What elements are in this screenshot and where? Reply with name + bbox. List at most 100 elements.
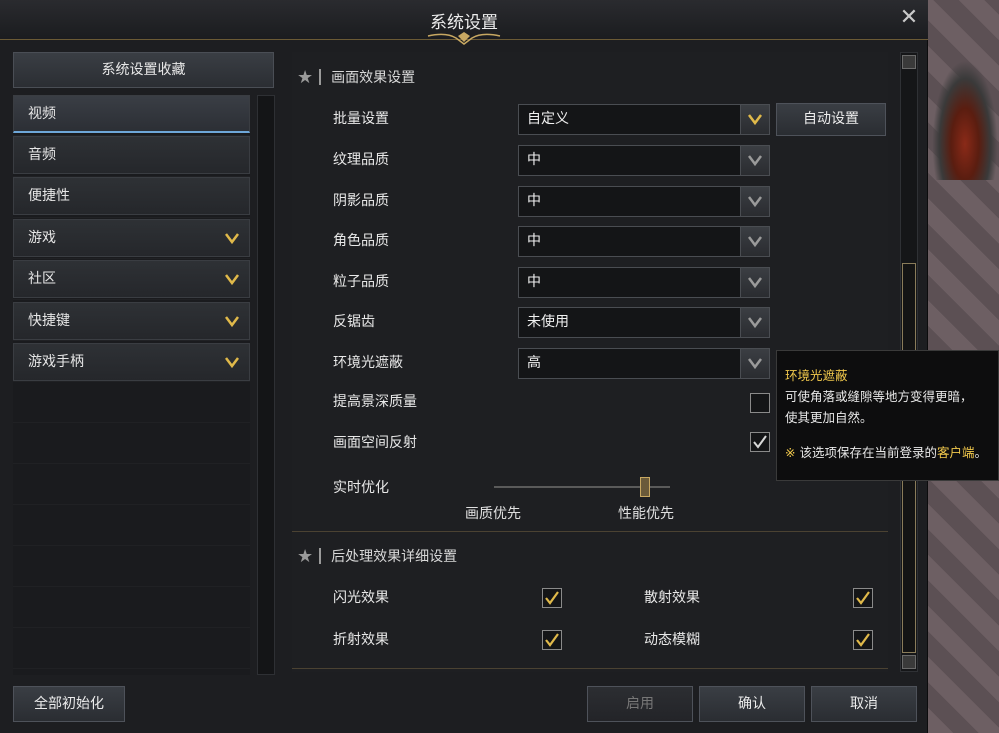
sidebar-item-label: 社区 xyxy=(28,271,56,287)
chevron-down-icon xyxy=(748,155,762,167)
chevron-down-icon xyxy=(748,277,762,289)
sidebar-item-game[interactable]: 游戏 xyxy=(13,219,250,257)
ssr-label: 画面空间反射 xyxy=(333,435,417,451)
texture-quality-label: 纹理品质 xyxy=(333,152,389,168)
star-icon[interactable]: ★ xyxy=(297,67,313,88)
cancel-button[interactable]: 取消 xyxy=(811,686,917,722)
dropdown-arrow[interactable] xyxy=(740,187,769,216)
ambient-occlusion-label: 环境光遮蔽 xyxy=(333,355,403,371)
character-quality-dropdown[interactable]: 中 xyxy=(518,226,770,257)
batch-setting-dropdown[interactable]: 自定义 xyxy=(518,104,770,135)
checkmark-icon xyxy=(753,435,767,449)
particle-quality-dropdown[interactable]: 中 xyxy=(518,267,770,298)
apply-button[interactable]: 启用 xyxy=(587,686,693,722)
antialias-label: 反锯齿 xyxy=(333,314,375,330)
auto-setting-button[interactable]: 自动设置 xyxy=(776,103,886,136)
category-scrollbar[interactable] xyxy=(257,95,275,675)
ssr-checkbox[interactable] xyxy=(750,432,770,452)
tooltip-title: 环境光遮蔽 xyxy=(785,368,848,383)
tooltip-note: ※ 该选项保存在当前登录的客户端。 xyxy=(785,442,998,463)
confirm-button[interactable]: 确认 xyxy=(699,686,805,722)
tooltip-line: 可使角落或缝隙等地方变得更暗， xyxy=(785,389,973,404)
note-end: 。 xyxy=(974,445,988,460)
note-highlight: 客户端 xyxy=(936,445,975,460)
refraction-checkbox[interactable] xyxy=(542,630,562,650)
close-icon: ✕ xyxy=(899,5,919,30)
slider-right-caption: 性能优先 xyxy=(618,506,674,522)
chevron-down-icon xyxy=(225,316,239,328)
sidebar-item-label: 游戏手柄 xyxy=(28,354,84,370)
dof-quality-label: 提高景深质量 xyxy=(333,394,417,410)
scatter-checkbox[interactable] xyxy=(853,588,873,608)
reset-all-button[interactable]: 全部初始化 xyxy=(13,686,125,722)
dropdown-arrow[interactable] xyxy=(740,105,769,134)
tooltip-line: 使其更加自然。 xyxy=(785,410,873,425)
dropdown-arrow[interactable] xyxy=(740,268,769,297)
motion-blur-label: 动态模糊 xyxy=(644,632,700,648)
star-icon[interactable]: ★ xyxy=(297,546,313,567)
background-cart xyxy=(932,60,998,180)
character-quality-label: 角色品质 xyxy=(333,233,389,249)
sidebar-item-label: 音频 xyxy=(28,147,56,163)
refraction-label: 折射效果 xyxy=(333,632,389,648)
sidebar-item-label: 视频 xyxy=(28,106,56,122)
section-title: 画面效果设置 xyxy=(331,70,416,86)
title-ornament-icon xyxy=(427,32,501,45)
sidebar-item-label: 快捷键 xyxy=(28,313,70,329)
checkmark-icon xyxy=(856,591,870,605)
chevron-down-icon xyxy=(748,114,762,126)
section-divider xyxy=(319,548,322,564)
checkmark-icon xyxy=(545,633,559,647)
note-mark: ※ xyxy=(785,445,796,460)
category-list: 视频 音频 便捷性 游戏 社区 快捷键 游戏手柄 xyxy=(13,95,250,675)
chevron-down-icon xyxy=(225,274,239,286)
sidebar-item-convenience[interactable]: 便捷性 xyxy=(13,177,250,215)
sidebar-item-video[interactable]: 视频 xyxy=(13,95,250,133)
scatter-label: 散射效果 xyxy=(644,590,700,606)
sidebar-item-community[interactable]: 社区 xyxy=(13,260,250,298)
chevron-down-icon xyxy=(225,357,239,369)
dropdown-value: 高 xyxy=(527,355,541,371)
realtime-optimization-label: 实时优化 xyxy=(333,480,389,496)
motion-blur-checkbox[interactable] xyxy=(853,630,873,650)
antialias-dropdown[interactable]: 未使用 xyxy=(518,307,770,338)
ambient-occlusion-tooltip: 环境光遮蔽 可使角落或缝隙等地方变得更暗， 使其更加自然。 ※ 该选项保存在当前… xyxy=(776,350,999,481)
shadow-quality-label: 阴影品质 xyxy=(333,193,389,209)
realtime-slider-thumb[interactable] xyxy=(640,477,650,497)
chevron-down-icon xyxy=(225,233,239,245)
dropdown-arrow[interactable] xyxy=(740,146,769,175)
section-divider-line xyxy=(292,531,888,532)
scroll-up-icon[interactable] xyxy=(902,55,916,69)
chevron-down-icon xyxy=(748,196,762,208)
section-divider-line xyxy=(292,668,888,669)
dropdown-value: 中 xyxy=(527,233,541,249)
dropdown-value: 中 xyxy=(527,274,541,290)
chevron-down-icon xyxy=(748,317,762,329)
dropdown-arrow[interactable] xyxy=(740,227,769,256)
checkmark-icon xyxy=(545,591,559,605)
dropdown-arrow[interactable] xyxy=(740,349,769,378)
sidebar-item-gamepad[interactable]: 游戏手柄 xyxy=(13,343,250,381)
favorites-button[interactable]: 系统设置收藏 xyxy=(13,52,274,88)
slider-left-caption: 画质优先 xyxy=(465,506,521,522)
sidebar-item-hotkeys[interactable]: 快捷键 xyxy=(13,302,250,340)
dof-quality-checkbox[interactable] xyxy=(750,393,770,413)
chevron-down-icon xyxy=(748,236,762,248)
batch-setting-label: 批量设置 xyxy=(333,111,389,127)
scroll-down-icon[interactable] xyxy=(902,655,916,669)
ambient-occlusion-dropdown[interactable]: 高 xyxy=(518,348,770,379)
bloom-checkbox[interactable] xyxy=(542,588,562,608)
close-button[interactable]: ✕ xyxy=(896,6,922,32)
dropdown-arrow[interactable] xyxy=(740,308,769,337)
dropdown-value: 未使用 xyxy=(527,314,569,330)
bloom-label: 闪光效果 xyxy=(333,590,389,606)
section-graphics: ★ 画面效果设置 xyxy=(297,64,415,90)
sidebar-item-label: 便捷性 xyxy=(28,188,70,204)
dropdown-value: 中 xyxy=(527,193,541,209)
shadow-quality-dropdown[interactable]: 中 xyxy=(518,186,770,217)
sidebar-item-audio[interactable]: 音频 xyxy=(13,136,250,174)
checkmark-icon xyxy=(856,633,870,647)
section-post-processing: ★ 后处理效果详细设置 xyxy=(297,543,457,569)
texture-quality-dropdown[interactable]: 中 xyxy=(518,145,770,176)
dropdown-value: 中 xyxy=(527,152,541,168)
